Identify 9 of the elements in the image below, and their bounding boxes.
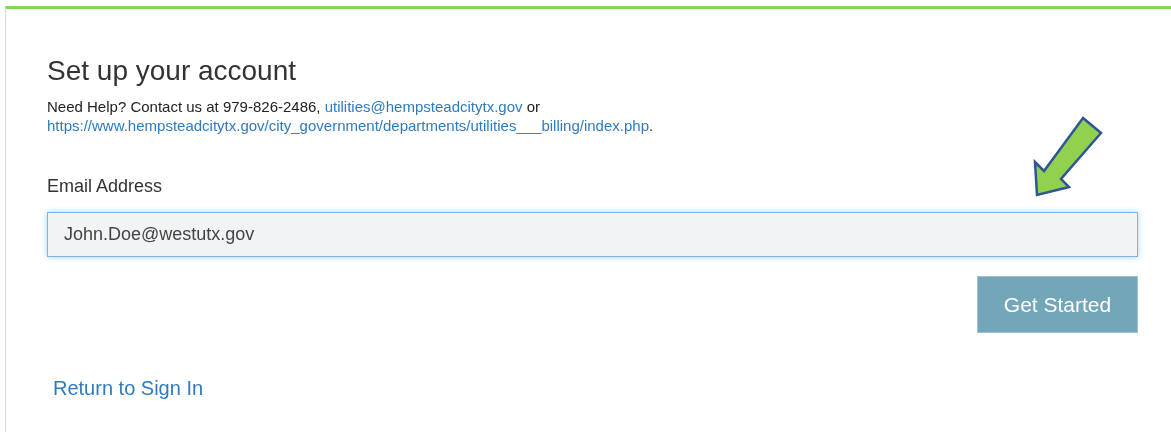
return-link[interactable]: Return to Sign In bbox=[53, 373, 204, 403]
help-text: Need Help? Contact us at 979-826-2486, utilities@hempsteadcitytx.gov or https://www.hempsteadcitytx.gov/city_government/departments/utilities___billing/index.php. bbox=[47, 97, 655, 135]
arrow-icon bbox=[1031, 115, 1105, 199]
page-heading: Set up your account bbox=[47, 54, 297, 88]
help-link[interactable]: https://www.hempsteadcitytx.gov/city_government/departments/utilities___billing/index.php bbox=[47, 117, 649, 134]
get-started-button[interactable]: Get Started bbox=[977, 276, 1138, 333]
help-link[interactable]: utilities@hempsteadcitytx.gov bbox=[324, 98, 523, 115]
email-field[interactable]: John.Doe@westutx.gov bbox=[47, 212, 1138, 257]
field-label: Email Address bbox=[47, 175, 163, 198]
